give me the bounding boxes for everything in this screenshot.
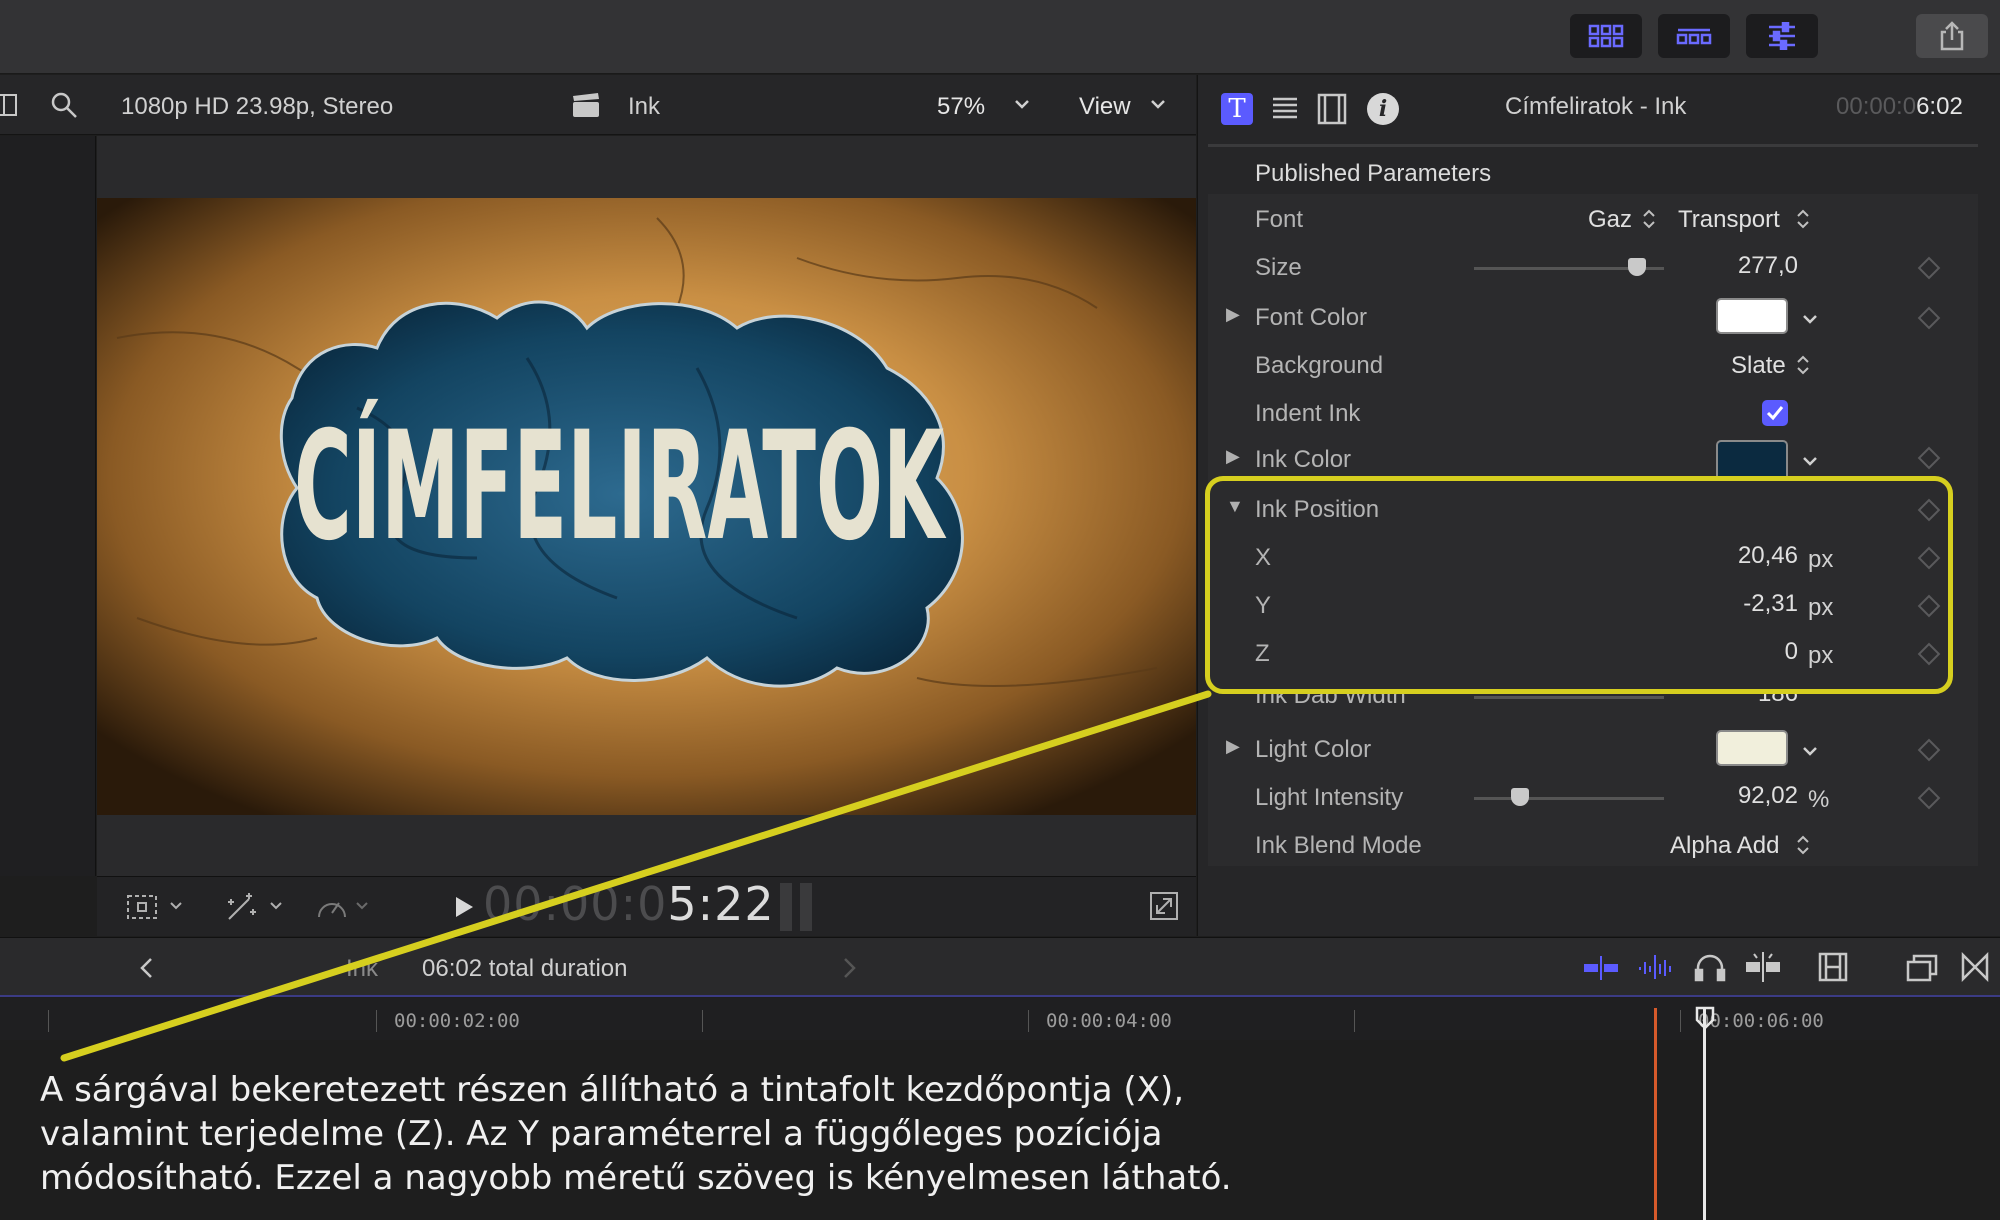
caption-line: valamint terjedelme (Z). Az Y paraméterr… bbox=[40, 1114, 1163, 1154]
annotation-caption: A sárgával bekeretezett részen állítható… bbox=[40, 1068, 1440, 1200]
caption-line: A sárgával bekeretezett részen állítható… bbox=[40, 1070, 1185, 1110]
caption-line: módosítható. Ezzel a nagyobb méretű szöv… bbox=[40, 1158, 1232, 1198]
highlight-box bbox=[1205, 476, 1953, 694]
